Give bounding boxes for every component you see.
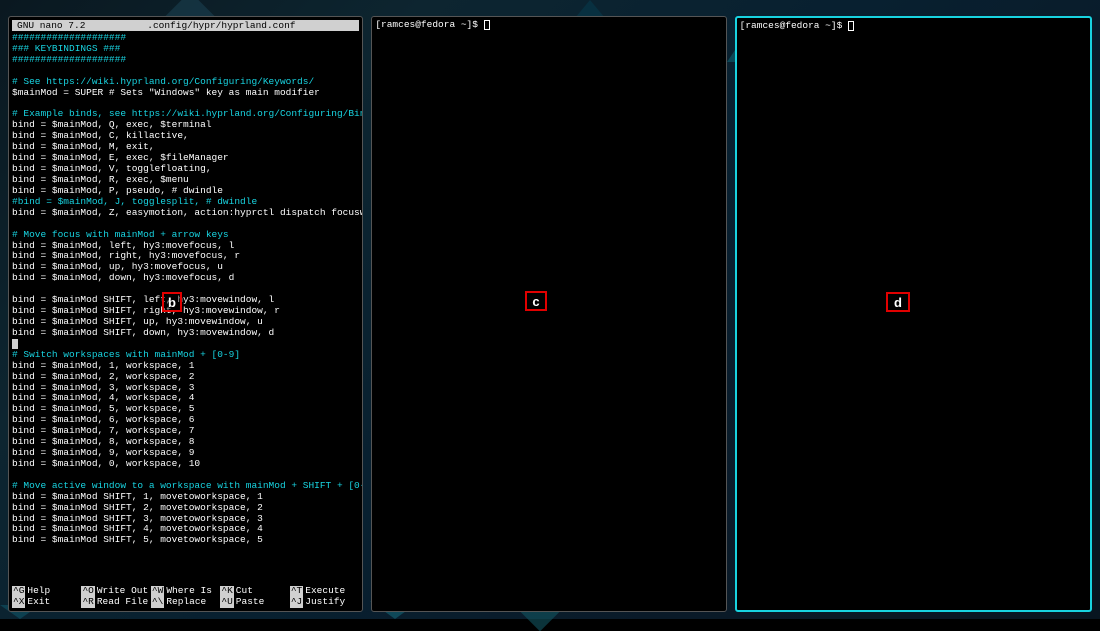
shortcut-key: ^J: [290, 597, 303, 608]
nano-shortcut: ^\Replace: [151, 597, 220, 608]
terminal-3-focused[interactable]: [ramces@fedora ~]$: [735, 16, 1092, 612]
code-line: bind = $mainMod, Z, easymotion, action:h…: [12, 208, 359, 219]
nano-shortcut: ^XExit: [12, 597, 81, 608]
overlay-label-b: b: [162, 292, 182, 312]
shortcut-key: ^U: [220, 597, 233, 608]
code-line: bind = $mainMod, 0, workspace, 10: [12, 459, 359, 470]
shortcut-label: Exit: [27, 597, 50, 608]
terminal-1-nano[interactable]: GNU nano 7.2 .config/hypr/hyprland.conf …: [8, 16, 363, 612]
code-line: bind = $mainMod SHIFT, 5, movetoworkspac…: [12, 535, 359, 546]
nano-shortcut: ^RRead File: [81, 597, 150, 608]
nano-header-bar: GNU nano 7.2 .config/hypr/hyprland.conf: [12, 20, 359, 31]
nano-shortcut-bar: ^GHelp^OWrite Out^WWhere Is^KCut^TExecut…: [12, 586, 359, 608]
shell-prompt[interactable]: [ramces@fedora ~]$: [375, 20, 722, 31]
code-line: ####################: [12, 55, 359, 66]
code-line: $mainMod = SUPER # Sets "Windows" key as…: [12, 88, 359, 99]
shortcut-label: Justify: [305, 597, 345, 608]
code-line: bind = $mainMod SHIFT, down, hy3:movewin…: [12, 328, 359, 339]
shortcut-label: Read File: [97, 597, 148, 608]
terminal-2[interactable]: [ramces@fedora ~]$: [371, 16, 726, 612]
shortcut-label: Replace: [166, 597, 206, 608]
nano-editor-content[interactable]: ####################### KEYBINDINGS ####…: [12, 31, 359, 546]
shortcut-key: ^\: [151, 597, 164, 608]
nano-filepath: .config/hypr/hyprland.conf: [147, 20, 295, 31]
cursor-icon: [848, 21, 854, 31]
shortcut-key: ^R: [81, 597, 94, 608]
nano-version: GNU nano 7.2: [17, 20, 85, 31]
shortcut-key: ^X: [12, 597, 25, 608]
nano-shortcut: ^UPaste: [220, 597, 289, 608]
shortcut-label: Paste: [236, 597, 265, 608]
overlay-label-c: c: [525, 291, 547, 311]
cursor-icon: [484, 20, 490, 30]
line-continuation-icon: [12, 339, 18, 349]
shell-prompt[interactable]: [ramces@fedora ~]$: [740, 21, 1087, 32]
code-line: bind = $mainMod, down, hy3:movefocus, d: [12, 273, 359, 284]
overlay-label-d: d: [886, 292, 910, 312]
nano-shortcut: ^JJustify: [290, 597, 359, 608]
